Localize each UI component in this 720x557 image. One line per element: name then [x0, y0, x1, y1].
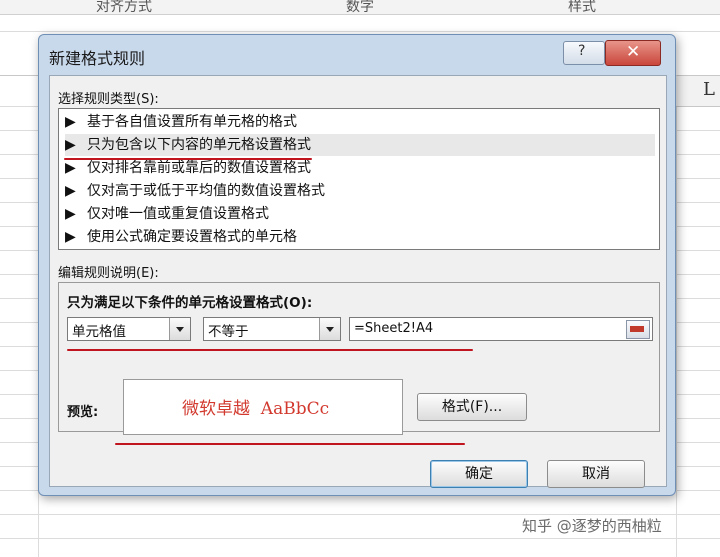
chevron-down-icon: [326, 327, 334, 332]
arrow-right-icon: ▶: [65, 160, 76, 176]
dialog-body: 选择规则类型(S): ▶ 基于各自值设置所有单元格的格式 ▶ 只为包含以下内容的单元…: [49, 75, 667, 488]
rule-type-list[interactable]: ▶ 基于各自值设置所有单元格的格式 ▶ 只为包含以下内容的单元格设置格式 ▶ 仅对排名…: [58, 108, 660, 250]
rule-type-item[interactable]: ▶ 使用公式确定要设置格式的单元格: [65, 226, 655, 248]
help-icon: ?: [578, 43, 586, 59]
condition-operator-select[interactable]: 不等于: [203, 317, 341, 341]
dialog-title: 新建格式规则: [49, 49, 146, 68]
rule-type-text: 仅对唯一值或重复值设置格式: [87, 206, 269, 222]
rule-type-text: 仅对排名靠前或靠后的数值设置格式: [87, 160, 311, 176]
condition-field-value: 单元格值: [72, 324, 126, 340]
condition-value-text: =Sheet2!A4: [354, 321, 434, 336]
edit-description-label: 编辑规则说明(E):: [58, 266, 159, 281]
format-button[interactable]: 格式(F)...: [417, 393, 527, 421]
ribbon-group-bar: 对齐方式 数字 样式: [0, 0, 720, 15]
close-button[interactable]: ✕: [605, 40, 661, 66]
condition-operator-value: 不等于: [208, 324, 249, 340]
annotation-underline: [67, 349, 473, 351]
rule-description-panel: 只为满足以下条件的单元格设置格式(O): 单元格值 不等于 =Sheet2!A4…: [58, 282, 660, 445]
new-format-rule-dialog: 新建格式规则 ? ✕ 选择规则类型(S): ▶ 基于各自值设置所有单元格的格式 ▶…: [38, 34, 676, 496]
preview-label: 预览:: [67, 405, 99, 420]
arrow-right-icon: ▶: [65, 114, 76, 130]
ribbon-group-styles: 样式: [568, 0, 596, 15]
rule-type-text: 基于各自值设置所有单元格的格式: [87, 114, 297, 130]
annotation-underline: [64, 158, 312, 160]
annotation-underline: [115, 443, 465, 445]
watermark-text: 知乎 @逐梦的西柚粒: [522, 517, 662, 535]
collapse-dialog-icon: [630, 326, 644, 332]
condition-value-input[interactable]: =Sheet2!A4: [349, 317, 653, 341]
preview-sample-text: 微软卓越 AaBbCc: [182, 399, 330, 419]
rule-type-text: 只为包含以下内容的单元格设置格式: [87, 137, 311, 153]
arrow-right-icon: ▶: [65, 183, 76, 199]
condition-field-select[interactable]: 单元格值: [67, 317, 191, 341]
help-button[interactable]: ?: [563, 41, 605, 65]
rule-type-item-selected[interactable]: ▶ 只为包含以下内容的单元格设置格式: [65, 134, 655, 156]
ok-button[interactable]: 确定: [430, 460, 528, 488]
rule-type-item[interactable]: ▶ 基于各自值设置所有单元格的格式: [65, 111, 655, 133]
close-icon: ✕: [626, 42, 641, 62]
arrow-right-icon: ▶: [65, 229, 76, 245]
arrow-right-icon: ▶: [65, 206, 76, 222]
ribbon-group-number: 数字: [346, 0, 374, 15]
rule-type-item[interactable]: ▶ 仅对高于或低于平均值的数值设置格式: [65, 180, 655, 202]
rule-type-item[interactable]: ▶ 仅对排名靠前或靠后的数值设置格式: [65, 157, 655, 179]
dropdown-arrow[interactable]: [169, 318, 190, 340]
rule-type-text: 使用公式确定要设置格式的单元格: [87, 229, 297, 245]
arrow-right-icon: ▶: [65, 137, 76, 153]
rule-type-item[interactable]: ▶ 仅对唯一值或重复值设置格式: [65, 203, 655, 225]
rule-type-text: 仅对高于或低于平均值的数值设置格式: [87, 183, 325, 199]
format-preview-box: 微软卓越 AaBbCc: [123, 379, 403, 435]
cancel-button[interactable]: 取消: [547, 460, 645, 488]
condition-title: 只为满足以下条件的单元格设置格式(O):: [67, 295, 313, 311]
column-header-label: L: [703, 79, 715, 100]
dropdown-arrow[interactable]: [319, 318, 340, 340]
column-header-L[interactable]: L: [676, 76, 720, 107]
ribbon-group-alignment: 对齐方式: [96, 0, 152, 15]
rule-type-label: 选择规则类型(S):: [58, 92, 159, 107]
range-select-button[interactable]: [626, 320, 650, 339]
chevron-down-icon: [176, 327, 184, 332]
